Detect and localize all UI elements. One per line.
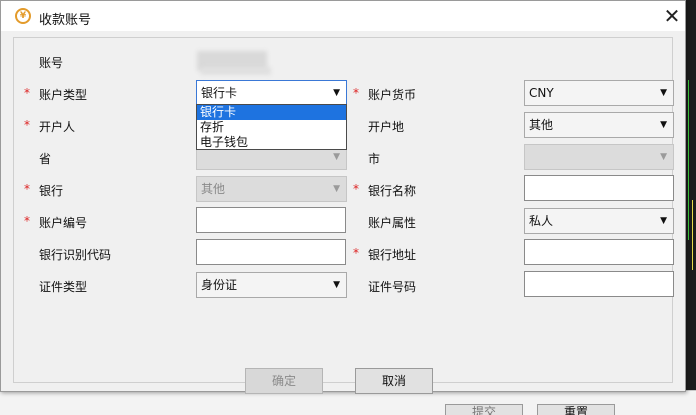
bank-value: 其他 <box>201 182 226 196</box>
bank-address-input[interactable] <box>524 239 674 265</box>
account-label: 账号 <box>39 56 64 70</box>
account-value-redacted-shadow <box>201 67 271 75</box>
bank-address-label: 银行地址 <box>368 248 417 262</box>
required-mark: * <box>353 182 359 196</box>
account-type-value: 银行卡 <box>201 86 238 100</box>
account-no-label: 账户编号 <box>39 216 88 230</box>
dialog-titlebar: ¥ 收款账号 ✕ <box>1 1 685 31</box>
account-type-option[interactable]: 银行卡 <box>197 105 346 120</box>
required-mark: * <box>24 214 30 228</box>
id-type-label: 证件类型 <box>39 280 88 294</box>
currency-label: 账户货币 <box>368 88 417 102</box>
account-attr-select[interactable]: 私人 ▼ <box>524 208 674 234</box>
bank-label: 银行 <box>39 184 64 198</box>
chevron-down-icon: ▼ <box>333 280 340 290</box>
account-type-label: 账户类型 <box>39 88 88 102</box>
bank-select[interactable]: 其他 ▼ <box>196 176 347 202</box>
currency-select[interactable]: CNY ▼ <box>524 80 674 106</box>
required-mark: * <box>353 86 359 100</box>
account-type-select[interactable]: 银行卡 ▼ <box>196 80 347 106</box>
cancel-button[interactable]: 取消 <box>355 368 433 394</box>
dialog-title: 收款账号 <box>39 13 92 28</box>
id-type-value: 身份证 <box>201 278 238 292</box>
bank-name-label: 银行名称 <box>368 184 417 198</box>
bank-code-input[interactable] <box>196 239 346 265</box>
bank-code-label: 银行识别代码 <box>39 248 112 262</box>
background-reset-button: 重置 <box>537 404 615 415</box>
holder-label: 开户人 <box>39 120 76 134</box>
background-submit-button: 提交 <box>445 404 523 415</box>
chevron-down-icon: ▼ <box>660 216 667 226</box>
bank-name-input[interactable] <box>524 175 674 201</box>
location-select[interactable]: 其他 ▼ <box>524 112 674 138</box>
receiving-account-dialog: ¥ 收款账号 ✕ 账号 * 账户类型 银行卡 ▼ * 账户货币 CNY ▼ 银行… <box>0 0 686 394</box>
account-type-option[interactable]: 电子钱包 <box>197 135 346 150</box>
account-no-input[interactable] <box>196 207 346 233</box>
location-label: 开户地 <box>368 120 405 134</box>
chevron-down-icon: ▼ <box>660 152 667 162</box>
chevron-down-icon: ▼ <box>333 184 340 194</box>
account-type-dropdown-list: 银行卡 存折 电子钱包 <box>196 104 347 150</box>
chevron-down-icon: ▼ <box>660 120 667 130</box>
id-no-input[interactable] <box>524 271 674 297</box>
account-attr-value: 私人 <box>529 214 554 228</box>
chart-line-green <box>688 80 689 240</box>
city-select[interactable]: ▼ <box>524 144 674 170</box>
currency-value: CNY <box>529 86 554 100</box>
coin-icon: ¥ <box>15 8 31 24</box>
chevron-down-icon: ▼ <box>660 88 667 98</box>
required-mark: * <box>24 86 30 100</box>
location-value: 其他 <box>529 118 554 132</box>
chevron-down-icon: ▼ <box>333 88 340 98</box>
required-mark: * <box>353 246 359 260</box>
city-label: 市 <box>368 152 381 166</box>
account-type-option[interactable]: 存折 <box>197 120 346 135</box>
province-label: 省 <box>39 152 52 166</box>
required-mark: * <box>24 118 30 132</box>
id-no-label: 证件号码 <box>368 280 417 294</box>
close-button[interactable]: ✕ <box>659 3 685 29</box>
chart-line-yellow <box>692 200 693 270</box>
confirm-button[interactable]: 确定 <box>245 368 323 394</box>
account-attr-label: 账户属性 <box>368 216 417 230</box>
required-mark: * <box>24 182 30 196</box>
id-type-select[interactable]: 身份证 ▼ <box>196 272 347 298</box>
